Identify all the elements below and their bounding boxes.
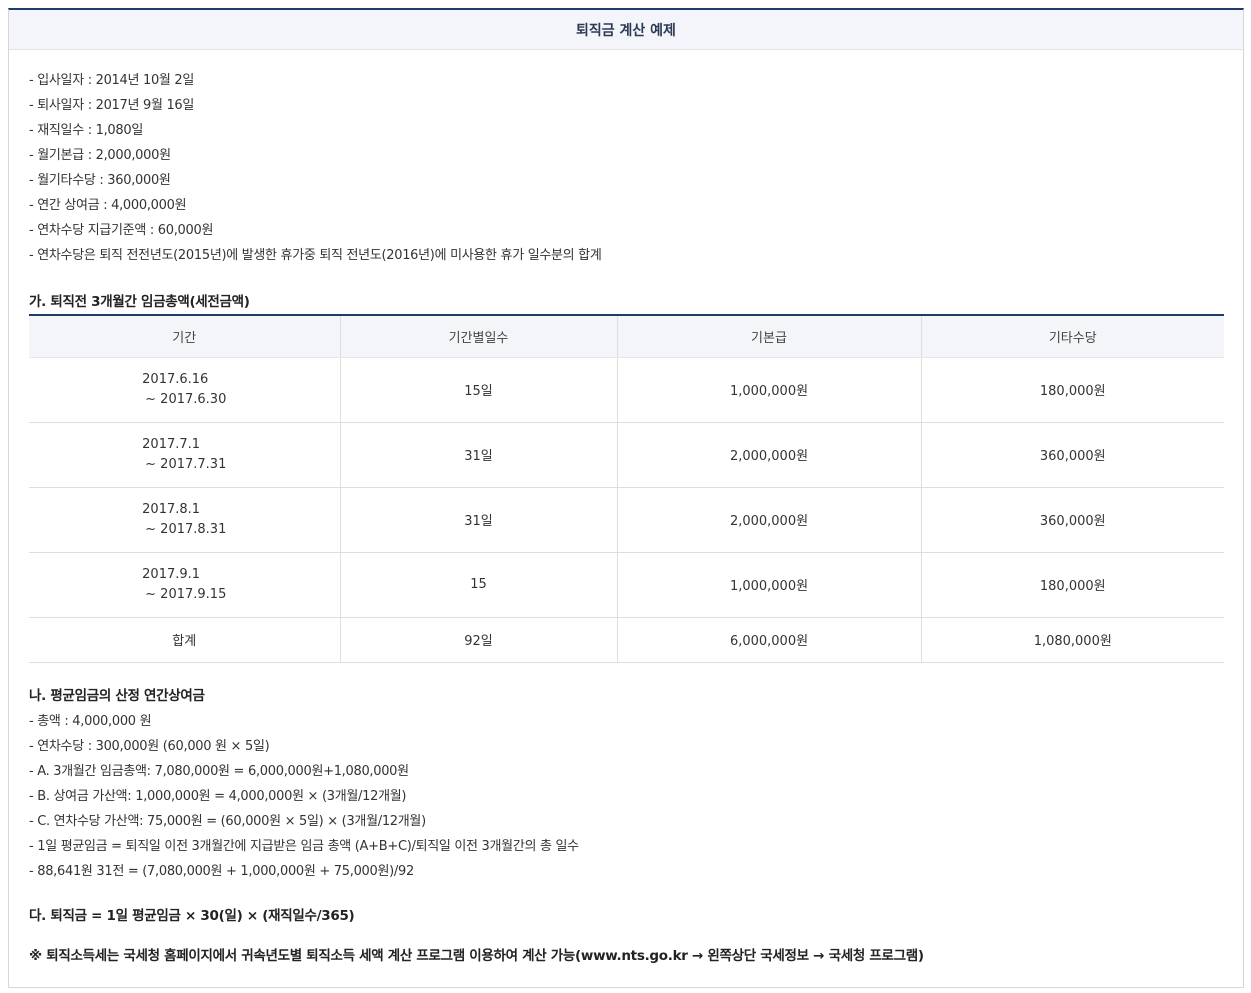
col-base-pay: 기본급: [617, 315, 922, 358]
days-cell: 15일: [340, 357, 618, 423]
period-end: ~ 2017.7.31: [145, 456, 227, 472]
base-pay-cell: 1,000,000원: [617, 357, 922, 423]
table-row: 2017.8.1 ~ 2017.8.31 31일 2,000,000원 360,0…: [29, 487, 1224, 553]
info-monthly-base: 월기본급 : 2,000,000원: [29, 143, 1223, 168]
base-pay-cell: 2,000,000원: [617, 487, 922, 553]
days-cell: 15: [340, 552, 618, 618]
days-cell: 31일: [340, 487, 618, 553]
period-cell: 2017.6.16 ~ 2017.6.30: [29, 357, 341, 423]
info-retire-date: 퇴사일자 : 2017년 9월 16일: [29, 93, 1223, 118]
list-item: 총액 : 4,000,000 원: [29, 709, 1223, 734]
list-item: 1일 평균임금 = 퇴직일 이전 3개월간에 지급받은 임금 총액 (A+B+C…: [29, 834, 1223, 859]
total-days: 92일: [340, 617, 618, 663]
example-panel: 퇴직금 계산 예제 입사일자 : 2014년 10월 2일 퇴사일자 : 201…: [8, 8, 1244, 988]
table-row: 2017.9.1 ~ 2017.9.15 15 1,000,000원 180,00…: [29, 552, 1224, 618]
period-start: 2017.6.16: [142, 371, 209, 387]
panel-content: 입사일자 : 2014년 10월 2일 퇴사일자 : 2017년 9월 16일 …: [9, 68, 1243, 964]
period-end: ~ 2017.8.31: [145, 521, 227, 537]
list-item: 88,641원 31전 = (7,080,000원 + 1,000,000원 +…: [29, 859, 1223, 884]
table-row: 2017.6.16 ~ 2017.6.30 15일 1,000,000원 180,…: [29, 357, 1224, 423]
info-hire-date: 입사일자 : 2014년 10월 2일: [29, 68, 1223, 93]
other-allowance-cell: 360,000원: [921, 487, 1224, 553]
total-label: 합계: [29, 617, 341, 663]
info-annual-bonus: 연간 상여금 : 4,000,000원: [29, 193, 1223, 218]
col-period: 기간: [29, 315, 341, 358]
info-service-days: 재직일수 : 1,080일: [29, 118, 1223, 143]
other-allowance-cell: 180,000원: [921, 357, 1224, 423]
severance-formula: 다. 퇴직금 = 1일 평균임금 × 30(일) × (재직일수/365): [29, 907, 355, 924]
total-row: 합계 92일 6,000,000원 1,080,000원: [29, 617, 1224, 663]
info-monthly-other: 월기타수당 : 360,000원: [29, 168, 1223, 193]
period-start: 2017.7.1: [142, 436, 201, 452]
period-cell: 2017.7.1 ~ 2017.7.31: [29, 422, 341, 488]
employment-info-list: 입사일자 : 2014년 10월 2일 퇴사일자 : 2017년 9월 16일 …: [29, 68, 1223, 268]
period-end: ~ 2017.6.30: [145, 391, 227, 407]
total-base-pay: 6,000,000원: [617, 617, 922, 663]
other-allowance-cell: 180,000원: [921, 552, 1224, 618]
section-ga-title: 가. 퇴직전 3개월간 임금총액(세전금액): [29, 294, 250, 310]
list-item: A. 3개월간 임금총액: 7,080,000원 = 6,000,000원+1,…: [29, 759, 1223, 784]
period-start: 2017.9.1: [142, 566, 201, 582]
col-days: 기간별일수: [340, 315, 618, 358]
days-cell: 31일: [340, 422, 618, 488]
total-other-allowance: 1,080,000원: [921, 617, 1224, 663]
wage-table-header: 기간 기간별일수 기본급 기타수당: [29, 315, 1224, 358]
list-item: 연차수당 : 300,000원 (60,000 원 × 5일): [29, 734, 1223, 759]
other-allowance-cell: 360,000원: [921, 422, 1224, 488]
section-na-title: 나. 평균임금의 산정 연간상여금: [29, 687, 205, 704]
period-start: 2017.8.1: [142, 501, 201, 517]
list-item: C. 연차수당 가산액: 75,000원 = (60,000원 × 5일) × …: [29, 809, 1223, 834]
period-cell: 2017.8.1 ~ 2017.8.31: [29, 487, 341, 553]
table-row: 2017.7.1 ~ 2017.7.31 31일 2,000,000원 360,0…: [29, 422, 1224, 488]
panel-title: 퇴직금 계산 예제: [9, 10, 1243, 50]
base-pay-cell: 2,000,000원: [617, 422, 922, 488]
period-cell: 2017.9.1 ~ 2017.9.15: [29, 552, 341, 618]
base-pay-cell: 1,000,000원: [617, 552, 922, 618]
info-leave-allowance-note: 연차수당은 퇴직 전전년도(2015년)에 발생한 휴가중 퇴직 전년도(201…: [29, 243, 1223, 268]
period-end: ~ 2017.9.15: [145, 586, 227, 602]
col-other-allowance: 기타수당: [921, 315, 1224, 358]
tax-note: ※ 퇴직소득세는 국세청 홈페이지에서 귀속년도별 퇴직소득 세액 계산 프로그…: [29, 947, 924, 964]
average-wage-list: 총액 : 4,000,000 원 연차수당 : 300,000원 (60,000…: [29, 709, 1223, 884]
wage-table: 기간 기간별일수 기본급 기타수당 2017.6.16 ~ 2017.6.30 1…: [29, 314, 1224, 663]
list-item: B. 상여금 가산액: 1,000,000원 = 4,000,000원 × (3…: [29, 784, 1223, 809]
info-leave-allowance-base: 연차수당 지급기준액 : 60,000원: [29, 218, 1223, 243]
